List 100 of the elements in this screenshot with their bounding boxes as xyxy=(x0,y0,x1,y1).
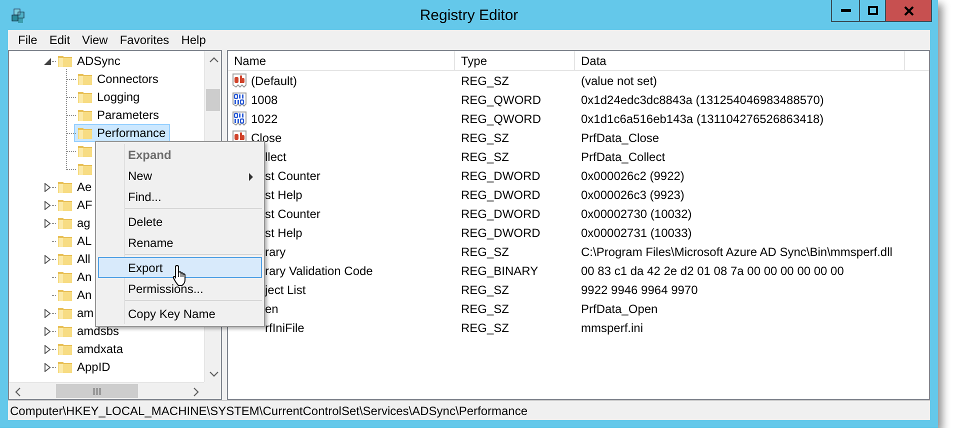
folder-icon xyxy=(77,89,93,105)
folder-icon xyxy=(57,305,73,321)
value-data: C:\Program Files\Microsoft Azure AD Sync\Bin\mmsperf.dll xyxy=(580,244,894,258)
expand-arrow-icon[interactable] xyxy=(43,200,52,210)
tree-item[interactable]: Ae xyxy=(73,178,96,196)
value-data: 0x1d1c6a516eb143a (131104276526863418) xyxy=(580,112,825,126)
folder-icon xyxy=(57,215,73,231)
expand-arrow-icon[interactable] xyxy=(43,362,52,372)
value-type: REG_SZ xyxy=(460,320,510,334)
window-title: Registry Editor xyxy=(420,7,518,24)
tree-item[interactable]: ag xyxy=(73,214,94,232)
folder-icon xyxy=(57,53,73,69)
value-data: 0x00002730 (10032) xyxy=(580,206,693,220)
menu-item[interactable]: Edit xyxy=(43,33,76,47)
collapse-arrow-icon[interactable] xyxy=(43,56,52,66)
tree-item[interactable]: Connectors xyxy=(93,70,162,88)
tree-item[interactable]: AF xyxy=(73,196,96,214)
status-bar-path: Computer\HKEY_LOCAL_MACHINE\SYSTEM\CurrentControlSet\Services\ADSync\Performance xyxy=(9,404,528,418)
value-data: 9922 9946 9964 9970 xyxy=(580,282,699,296)
menu-item[interactable]: Find... xyxy=(98,186,262,207)
expand-arrow-icon[interactable] xyxy=(43,308,52,318)
menu-item[interactable]: Rename xyxy=(98,232,262,253)
folder-icon xyxy=(77,125,93,141)
tree-item[interactable]: An xyxy=(73,286,96,304)
value-data: 00 83 c1 da 42 2e d2 01 08 7a 00 00 00 00 00 00 xyxy=(580,264,845,278)
value-name: st Counter xyxy=(265,206,320,220)
value-data: (value not set) xyxy=(580,74,658,88)
string-value-icon xyxy=(232,72,248,88)
value-name: rary Validation Code xyxy=(265,264,373,278)
folder-icon xyxy=(77,107,93,123)
tree-item[interactable]: Performance xyxy=(74,124,170,142)
menu-item[interactable]: File xyxy=(12,33,44,47)
value-type: REG_DWORD xyxy=(460,168,542,182)
value-name: ject List xyxy=(265,282,306,296)
value-name: en xyxy=(265,302,278,316)
value-type: REG_SZ xyxy=(460,74,510,88)
scroll-up-icon xyxy=(208,56,218,64)
folder-icon xyxy=(57,269,73,285)
value-name: rfIniFile xyxy=(265,320,304,334)
grip-icon xyxy=(93,388,101,394)
close-icon xyxy=(902,6,914,16)
value-type: REG_BINARY xyxy=(460,264,540,278)
value-data: mmsperf.ini xyxy=(580,320,644,334)
tree-item[interactable]: ADSync xyxy=(73,52,124,70)
menu-item[interactable]: Favorites xyxy=(114,33,176,47)
menu-item[interactable]: Delete xyxy=(98,211,262,232)
menu-item[interactable]: Export xyxy=(98,257,262,278)
expand-arrow-icon[interactable] xyxy=(43,254,52,264)
tree-item[interactable]: Logging xyxy=(93,88,144,106)
expand-arrow-icon[interactable] xyxy=(43,344,52,354)
value-type: REG_DWORD xyxy=(460,226,542,240)
column-header[interactable]: Data xyxy=(575,51,905,70)
value-name: rary xyxy=(265,244,286,258)
value-type: REG_SZ xyxy=(460,130,510,144)
value-type: REG_DWORD xyxy=(460,188,542,202)
tree-item[interactable]: AppID xyxy=(73,358,114,376)
binary-value-icon xyxy=(232,92,248,108)
value-name: st Help xyxy=(265,188,302,202)
menu-item[interactable]: Permissions... xyxy=(98,278,262,299)
value-type: REG_SZ xyxy=(460,302,510,316)
menu-item[interactable]: Copy Key Name xyxy=(98,303,262,324)
tree-item[interactable]: An xyxy=(73,268,96,286)
value-data: PrfData_Open xyxy=(580,302,659,316)
expand-arrow-icon[interactable] xyxy=(43,218,52,228)
tree-item[interactable]: amdxata xyxy=(73,340,128,358)
column-header[interactable]: Name xyxy=(228,51,455,70)
registry-app-icon xyxy=(10,7,26,23)
value-type: REG_SZ xyxy=(460,244,510,258)
column-header[interactable]: Type xyxy=(455,51,575,70)
tree-item[interactable]: Parameters xyxy=(93,106,164,124)
close-button[interactable] xyxy=(885,0,931,21)
scroll-down-icon xyxy=(208,370,218,378)
folder-icon xyxy=(57,341,73,357)
value-data: 0x00002731 (10033) xyxy=(580,226,693,240)
maximize-icon xyxy=(866,6,878,16)
menu-item[interactable]: Help xyxy=(175,33,212,47)
folder-icon xyxy=(57,251,73,267)
value-data: 0x000026c2 (9922) xyxy=(580,168,686,182)
value-data: PrfData_Collect xyxy=(580,150,666,164)
value-name: st Help xyxy=(265,226,302,240)
scroll-thumb[interactable] xyxy=(206,89,220,111)
tree-item[interactable]: am xyxy=(73,304,98,322)
expand-arrow-icon[interactable] xyxy=(43,182,52,192)
folder-icon xyxy=(57,233,73,249)
value-type: REG_DWORD xyxy=(460,206,542,220)
folder-icon xyxy=(77,71,93,87)
folder-icon xyxy=(57,359,73,375)
menu-item[interactable]: View xyxy=(76,33,114,47)
tree-item[interactable]: AL xyxy=(73,232,96,250)
scroll-right-icon xyxy=(192,386,200,396)
folder-icon xyxy=(57,197,73,213)
tree-item[interactable]: All xyxy=(73,250,94,268)
binary-value-icon xyxy=(232,110,248,126)
value-name: st Counter xyxy=(265,168,320,182)
scroll-thumb[interactable] xyxy=(56,384,138,398)
value-name: 1008 xyxy=(250,92,278,106)
menu-item[interactable]: New xyxy=(98,165,262,186)
scroll-left-icon xyxy=(14,386,22,396)
expand-arrow-icon[interactable] xyxy=(43,326,52,336)
horizontal-scrollbar[interactable] xyxy=(9,382,204,399)
